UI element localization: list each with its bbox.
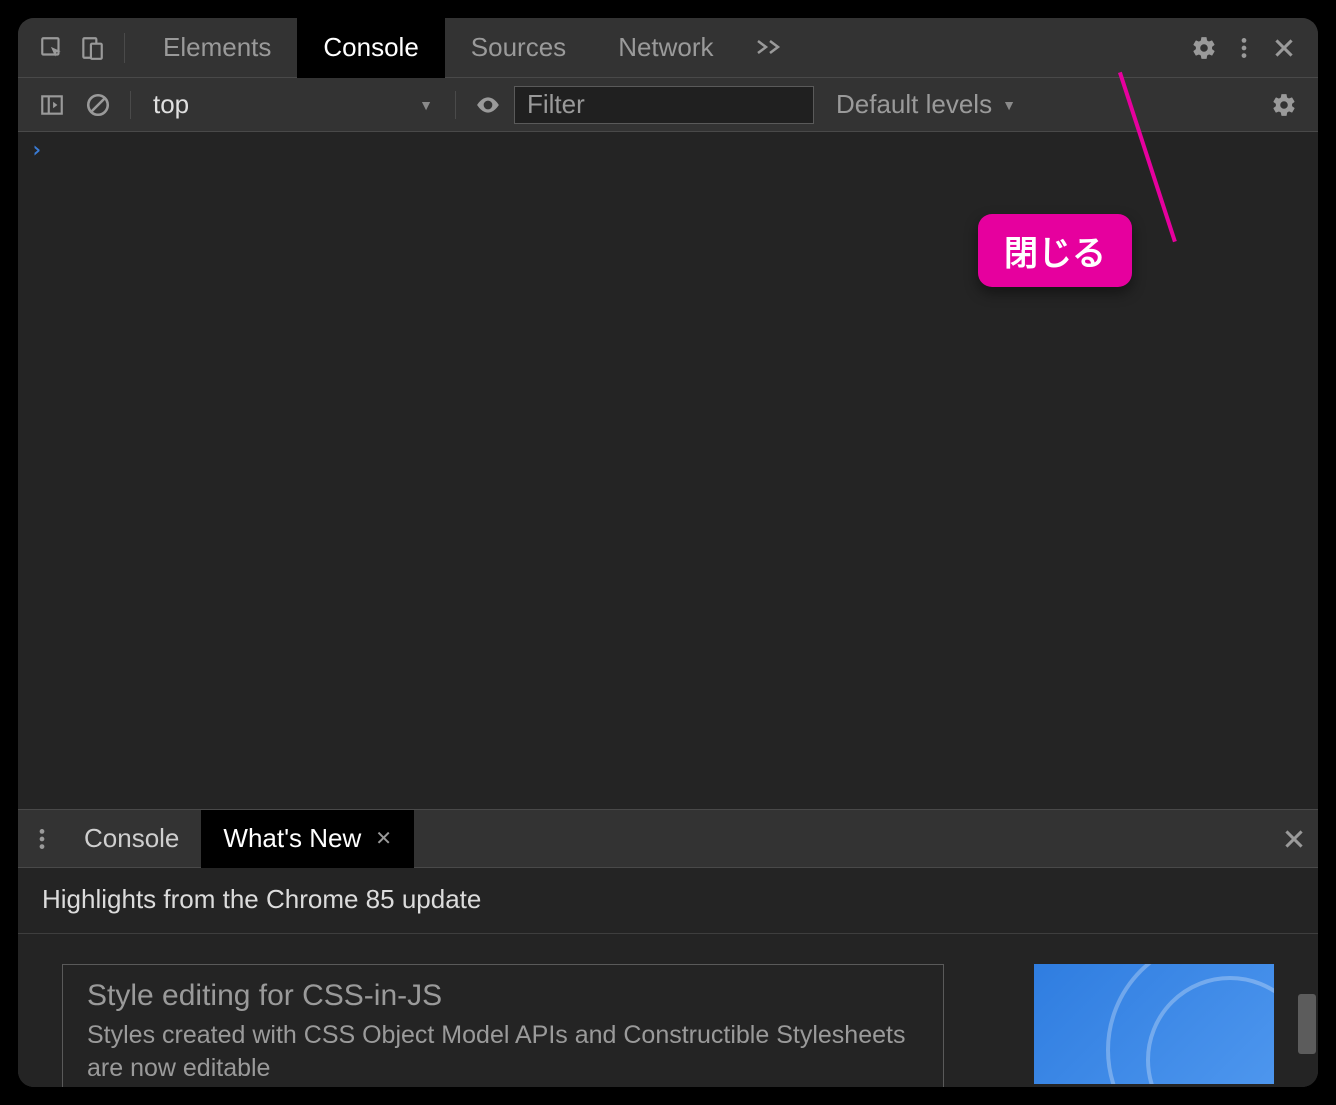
- drawer-tab-console[interactable]: Console: [62, 810, 201, 868]
- log-levels-select[interactable]: Default levels ▼: [820, 89, 1032, 120]
- news-card[interactable]: Style editing for CSS-in-JS Styles creat…: [62, 964, 944, 1087]
- main-tab-strip: Elements Console Sources Network: [18, 18, 1318, 78]
- tab-network[interactable]: Network: [592, 18, 739, 78]
- console-toolbar: top ▼ Default levels ▼: [18, 78, 1318, 132]
- tab-console[interactable]: Console: [297, 18, 444, 78]
- drawer-tab-label: Console: [84, 823, 179, 854]
- console-output[interactable]: ›: [18, 132, 1318, 809]
- chevron-down-icon: ▼: [419, 97, 433, 113]
- kebab-menu-icon[interactable]: [1224, 28, 1264, 68]
- inspect-element-icon[interactable]: [32, 28, 72, 68]
- drawer-kebab-icon[interactable]: [22, 819, 62, 859]
- settings-gear-icon[interactable]: [1184, 28, 1224, 68]
- console-settings-gear-icon[interactable]: [1264, 85, 1304, 125]
- scrollbar-thumb[interactable]: [1298, 994, 1316, 1054]
- drawer-tab-label: What's New: [223, 823, 361, 854]
- execution-context-select[interactable]: top ▼: [143, 89, 443, 120]
- divider: [124, 33, 125, 63]
- news-thumbnail: [1034, 964, 1274, 1084]
- devtools-panel: Elements Console Sources Network top ▼: [18, 18, 1318, 1087]
- divider: [455, 91, 456, 119]
- console-prompt-icon: ›: [30, 138, 43, 163]
- levels-label: Default levels: [836, 89, 992, 120]
- drawer-tab-whats-new[interactable]: What's New ✕: [201, 810, 414, 868]
- chevron-down-icon: ▼: [1002, 97, 1016, 113]
- tab-sources[interactable]: Sources: [445, 18, 592, 78]
- close-drawer-icon[interactable]: [1274, 819, 1314, 859]
- news-description: Styles created with CSS Object Model API…: [87, 1019, 919, 1084]
- drawer-tab-strip: Console What's New ✕: [18, 810, 1318, 868]
- news-title: Style editing for CSS-in-JS: [87, 979, 919, 1013]
- live-expression-eye-icon[interactable]: [468, 85, 508, 125]
- clear-console-icon[interactable]: [78, 85, 118, 125]
- news-row: Style editing for CSS-in-JS Styles creat…: [18, 934, 1318, 1087]
- toggle-sidebar-icon[interactable]: [32, 85, 72, 125]
- device-toolbar-icon[interactable]: [72, 28, 112, 68]
- drawer-content: Highlights from the Chrome 85 update Sty…: [18, 868, 1318, 1087]
- more-tabs-icon[interactable]: [740, 32, 798, 63]
- divider: [130, 91, 131, 119]
- context-label: top: [153, 89, 189, 120]
- close-devtools-icon[interactable]: [1264, 28, 1304, 68]
- filter-input[interactable]: [514, 86, 814, 124]
- tab-elements[interactable]: Elements: [137, 18, 297, 78]
- whats-new-heading: Highlights from the Chrome 85 update: [18, 868, 1318, 934]
- close-tab-icon[interactable]: ✕: [375, 826, 392, 851]
- drawer: Console What's New ✕ Highlights from the…: [18, 809, 1318, 1087]
